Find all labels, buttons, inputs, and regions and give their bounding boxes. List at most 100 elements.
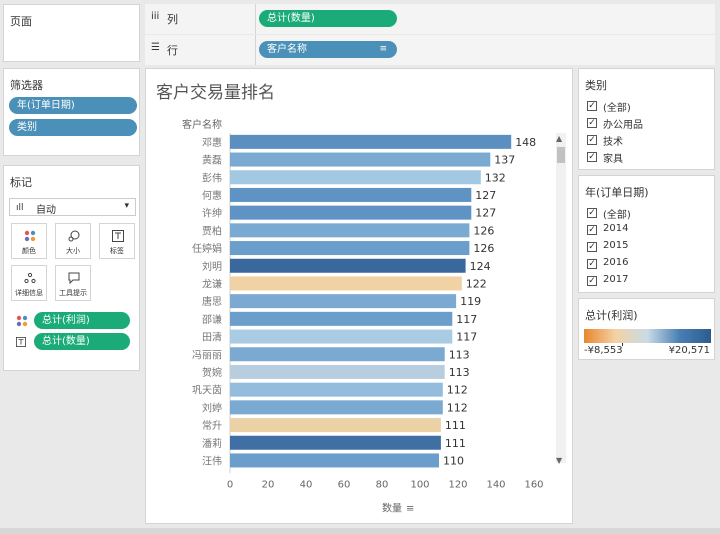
category-option-checkbox[interactable]: ✓ <box>587 152 597 162</box>
category-label: 田清 <box>202 331 222 344</box>
category-option-label: (全部) <box>603 103 631 114</box>
pages-panel: 页面 <box>3 4 140 62</box>
filter-pill-category[interactable]: 类别 <box>9 119 137 136</box>
bar <box>230 187 472 202</box>
chevron-down-icon: ▾ <box>124 201 129 211</box>
category-filter-panel: 类别 ✓ (全部) ✓ 办公用品 ✓ 技术 ✓ 家具 <box>578 68 715 170</box>
columns-icon: iii <box>151 11 160 22</box>
data-label: 111 <box>445 437 466 450</box>
sort-icon: ≡ <box>406 503 414 514</box>
category-option-checkbox[interactable]: ✓ <box>587 118 597 128</box>
year-option-label: 2015 <box>603 240 629 251</box>
columns-pill[interactable]: 总计(数量) <box>259 10 397 27</box>
data-label: 132 <box>485 171 506 184</box>
category-filter-title: 类别 <box>585 79 607 92</box>
data-label: 112 <box>447 384 468 397</box>
filters-panel: 筛选器 年(订单日期) 类别 <box>3 68 140 156</box>
category-label: 龙谦 <box>202 277 222 290</box>
bar <box>230 382 443 397</box>
category-label: 何惠 <box>202 189 222 202</box>
data-label: 126 <box>473 242 494 255</box>
text-icon <box>16 337 26 347</box>
mark-field-quantity[interactable]: 总计(数量) <box>34 333 130 350</box>
data-label: 124 <box>470 260 491 273</box>
x-tick-label: 120 <box>448 479 467 490</box>
bar <box>230 435 441 450</box>
y-axis-label: 客户名称 <box>182 118 222 131</box>
category-label: 刘婷 <box>202 401 222 414</box>
year-option-checkbox[interactable]: ✓ <box>587 276 597 286</box>
label-button[interactable]: 标签 <box>99 223 135 259</box>
data-label: 117 <box>456 313 477 326</box>
bar <box>230 400 443 415</box>
category-option-checkbox[interactable]: ✓ <box>587 135 597 145</box>
mark-field-profit[interactable]: 总计(利润) <box>34 312 130 329</box>
columns-shelf: iii 列 总计(数量) <box>145 4 715 34</box>
legend-max-value: ¥20,571 <box>668 345 710 356</box>
category-option-label: 技术 <box>603 137 623 148</box>
color-button[interactable]: 颜色 <box>11 223 47 259</box>
year-option-checkbox[interactable]: ✓ <box>587 259 597 269</box>
text-icon <box>112 230 124 242</box>
bar <box>230 205 472 220</box>
filter-pill-year[interactable]: 年(订单日期) <box>9 97 137 114</box>
data-label: 119 <box>460 295 481 308</box>
x-tick-label: 0 <box>227 479 233 490</box>
category-label: 贺婉 <box>202 366 222 379</box>
category-option-label: 家具 <box>603 154 623 165</box>
bar <box>230 453 439 468</box>
year-option-checkbox[interactable]: ✓ <box>587 242 597 252</box>
bar <box>230 364 445 379</box>
filters-title: 筛选器 <box>10 79 43 92</box>
data-label: 127 <box>475 189 496 202</box>
bar <box>230 258 466 273</box>
category-label: 邵谦 <box>202 313 222 326</box>
bar <box>230 241 470 256</box>
marks-panel: 标记 ıll 自动 ▾ 颜色 大小 标签 详细信息 工具提示 总计(利润) 总计… <box>3 165 140 371</box>
tooltip-button[interactable]: 工具提示 <box>55 265 91 301</box>
scrollbar-track[interactable] <box>556 133 566 463</box>
year-option-label: 2016 <box>603 257 629 268</box>
legend-min-value: -¥8,553 <box>584 345 623 356</box>
x-tick-label: 40 <box>300 479 313 490</box>
year-option-label: 2017 <box>603 274 629 285</box>
size-button[interactable]: 大小 <box>55 223 91 259</box>
year-option-checkbox[interactable]: ✓ <box>587 225 597 235</box>
data-label: 113 <box>449 366 470 379</box>
rows-pill-label: 客户名称 <box>267 44 307 55</box>
category-label: 黄磊 <box>202 154 222 167</box>
profit-legend-panel: 总计(利润) -¥8,553 ¥20,571 <box>578 298 715 360</box>
rows-label: 行 <box>167 44 178 57</box>
columns-divider <box>255 4 256 34</box>
category-label: 常升 <box>202 419 222 432</box>
category-option-label: 办公用品 <box>603 120 643 131</box>
category-option-checkbox[interactable]: ✓ <box>587 101 597 111</box>
color-dots-icon <box>16 315 28 327</box>
scroll-up-icon[interactable]: ▲ <box>556 134 563 143</box>
year-option-label: 2014 <box>603 223 629 234</box>
pages-title: 页面 <box>10 15 32 28</box>
bar <box>230 134 512 149</box>
detail-button[interactable]: 详细信息 <box>11 265 47 301</box>
scrollbar-thumb[interactable] <box>557 147 565 163</box>
scroll-down-icon[interactable]: ▼ <box>556 456 563 465</box>
rows-divider <box>255 35 256 65</box>
columns-label: 列 <box>167 13 178 26</box>
year-filter-panel: 年(订单日期) ✓ (全部) ✓ 2014 ✓ 2015 ✓ 2016 ✓ 2017 <box>578 175 715 293</box>
bar <box>230 170 481 185</box>
category-label: 刘明 <box>202 261 222 273</box>
bar <box>230 152 491 167</box>
bar <box>230 294 457 309</box>
year-filter-title: 年(订单日期) <box>585 186 649 199</box>
sort-icon: ≡ <box>379 44 387 54</box>
mark-type-select[interactable]: ıll 自动 ▾ <box>9 198 136 216</box>
rows-pill[interactable]: 客户名称 ≡ <box>259 41 397 58</box>
category-label: 任婷娟 <box>192 242 222 255</box>
chart-panel: 客户交易量排名 客户名称 邓惠 148 黄磊 137 彭伟 132 何惠 127 许绅 127 贾柏 12… <box>145 68 573 524</box>
detail-dots-icon <box>24 272 36 284</box>
color-dots-icon <box>24 230 36 242</box>
year-option-checkbox[interactable]: ✓ <box>587 208 597 218</box>
data-label: 113 <box>449 348 470 361</box>
data-label: 112 <box>447 401 468 414</box>
data-label: 110 <box>443 454 464 467</box>
